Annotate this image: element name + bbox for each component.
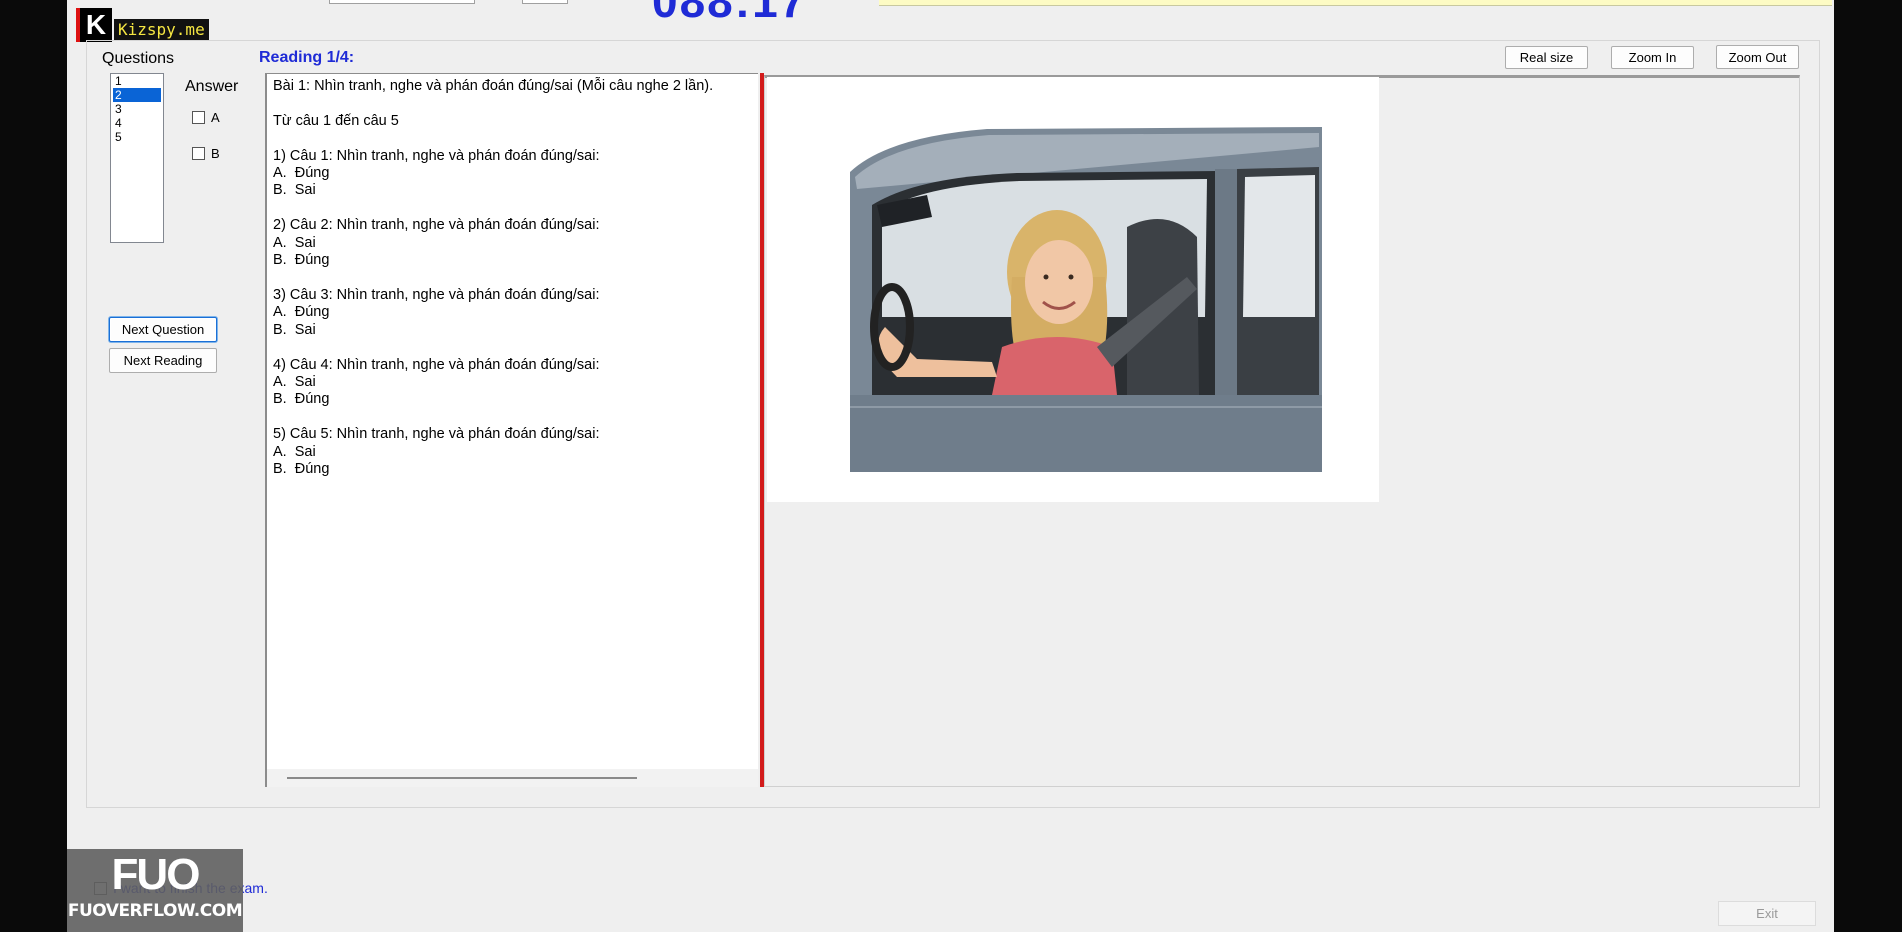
countdown-timer: 088:17 [652, 0, 808, 27]
exam-window: 088:17 K Kizspy.me Questions 1 2 3 4 5 A… [67, 0, 1834, 932]
next-question-button[interactable]: Next Question [109, 317, 217, 342]
logo-text: Kizspy.me [114, 18, 209, 40]
question-item-1[interactable]: 1 [111, 74, 163, 88]
watermark-logo: FUO [111, 850, 201, 899]
car-photo-illustration [767, 77, 1379, 502]
logo-k-icon: K [76, 8, 112, 42]
question-listbox[interactable]: 1 2 3 4 5 [110, 73, 164, 243]
question-item-3[interactable]: 3 [111, 102, 163, 116]
reading-title: Reading 1/4: [259, 49, 355, 66]
zoom-out-button[interactable]: Zoom Out [1716, 45, 1799, 69]
top-combo-box[interactable] [329, 0, 475, 4]
real-size-button[interactable]: Real size [1505, 46, 1588, 69]
scrollbar-thumb[interactable] [287, 777, 637, 779]
next-reading-button[interactable]: Next Reading [109, 348, 217, 373]
questions-label: Questions [102, 50, 175, 67]
question-item-5[interactable]: 5 [111, 130, 163, 144]
question-item-2[interactable]: 2 [113, 88, 161, 102]
answer-option-b[interactable]: B [192, 146, 220, 161]
answer-b-checkbox[interactable] [192, 147, 205, 160]
answer-option-a[interactable]: A [192, 110, 220, 125]
exit-button[interactable]: Exit [1718, 901, 1816, 926]
fuoverflow-watermark: FUO FUOVERFLOW.COM [67, 849, 243, 932]
kizspy-logo: K Kizspy.me [76, 8, 209, 42]
top-small-field[interactable] [522, 0, 568, 4]
reading-text-panel[interactable]: Bài 1: Nhìn tranh, nghe và phán đoán đún… [265, 73, 758, 787]
zoom-in-button[interactable]: Zoom In [1611, 46, 1694, 69]
reading-text: Bài 1: Nhìn tranh, nghe và phán đoán đún… [273, 78, 714, 477]
status-strip [879, 0, 1832, 6]
answer-a-checkbox[interactable] [192, 111, 205, 124]
question-image [767, 77, 1379, 502]
horizontal-scrollbar[interactable] [267, 769, 758, 787]
answer-a-label: A [211, 110, 220, 125]
question-item-4[interactable]: 4 [111, 116, 163, 130]
answer-label: Answer [185, 78, 239, 95]
watermark-text: FUOVERFLOW.COM [67, 901, 243, 921]
answer-b-label: B [211, 146, 220, 161]
